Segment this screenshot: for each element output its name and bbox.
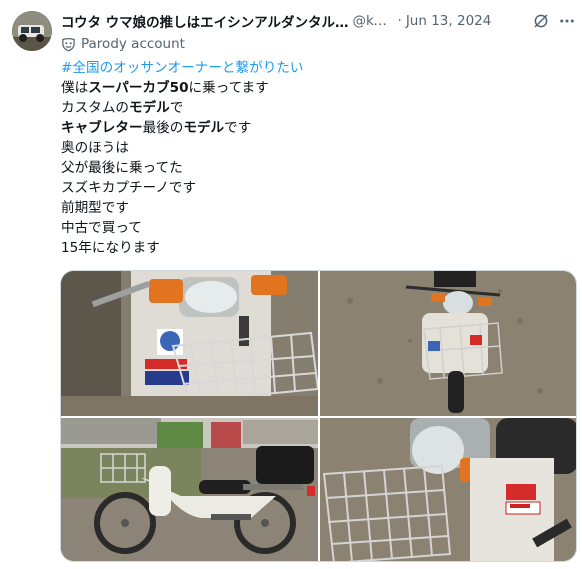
- author-display-name[interactable]: コウタ ウマ娘の推しはエイシンアルダンタル…: [61, 11, 349, 31]
- separator-dot: ·: [397, 13, 402, 29]
- post-date[interactable]: Jun 13, 2024: [406, 13, 492, 29]
- text-segment: カスタムの: [61, 100, 129, 116]
- avatar-image: [12, 11, 52, 51]
- parody-label-text: Parody account: [81, 36, 185, 52]
- photo-4[interactable]: [320, 418, 576, 561]
- photo-2-image: [320, 271, 576, 416]
- hashtag-link[interactable]: #全国のオッサンオーナーと繋がりたい: [61, 60, 303, 76]
- tweet-line-6: 父が最後に乗ってた: [61, 160, 183, 176]
- parody-label: Parody account: [61, 35, 185, 53]
- photo-1-image: [61, 271, 318, 416]
- grok-icon[interactable]: [532, 12, 550, 30]
- text-segment: で: [169, 100, 184, 116]
- text-segment: です: [224, 120, 252, 136]
- text-segment-bold: モデル: [128, 100, 170, 116]
- avatar[interactable]: [12, 11, 52, 51]
- tweet-text: #全国のオッサンオーナーと繋がりたい 僕はスーパーカブ50に乗ってます カスタム…: [61, 58, 561, 258]
- author-handle[interactable]: @ko…: [353, 13, 395, 29]
- text-segment: 最後の: [142, 120, 184, 136]
- parody-mask-icon: [62, 37, 75, 51]
- tweet-line-8: 前期型です: [61, 200, 129, 216]
- tweet-line-2: 僕はスーパーカブ50に乗ってます: [61, 78, 561, 98]
- text-segment: 僕は: [61, 80, 89, 96]
- media-grid: [60, 270, 577, 562]
- tweet-line-5: 奥のほうは: [61, 140, 129, 156]
- tweet-line-7: スズキカプチーノです: [61, 180, 197, 196]
- tweet-line-4: キャブレター最後のモデルです: [61, 118, 561, 138]
- tweet-line-9: 中古で買って: [61, 220, 142, 236]
- text-segment-bold: モデル: [183, 120, 225, 136]
- photo-3-image: [61, 418, 318, 561]
- tweet-header: コウタ ウマ娘の推しはエイシンアルダンタル… @ko… · Jun 13, 20…: [61, 11, 576, 31]
- tweet-line-3: カスタムのモデルで: [61, 98, 561, 118]
- text-segment-bold: キャブレター: [61, 120, 143, 136]
- text-segment: に乗ってます: [188, 80, 269, 96]
- text-segment-bold: スーパーカブ50: [88, 80, 189, 96]
- tweet-line-10: 15年になります: [61, 240, 160, 256]
- more-icon[interactable]: [558, 12, 576, 30]
- photo-2[interactable]: [320, 271, 576, 416]
- photo-3[interactable]: [61, 418, 318, 561]
- photo-1[interactable]: [61, 271, 318, 416]
- photo-4-image: [320, 418, 576, 561]
